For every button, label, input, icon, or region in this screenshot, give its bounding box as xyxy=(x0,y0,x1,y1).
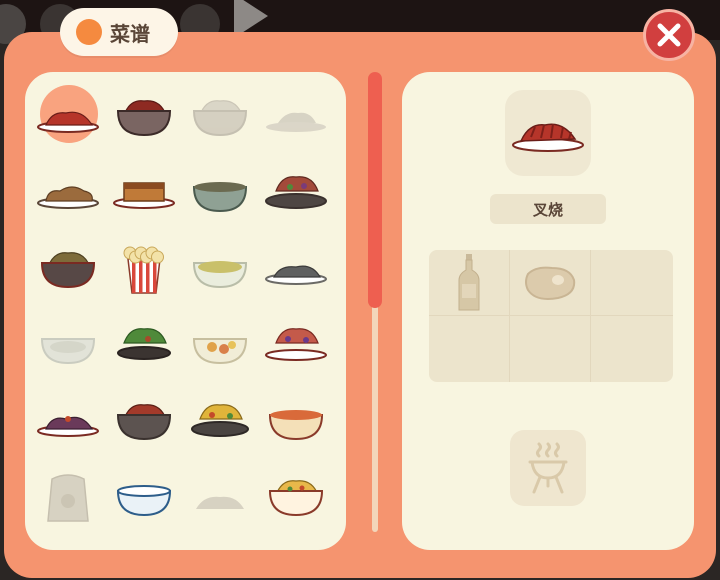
recipe-item[interactable] xyxy=(261,80,331,150)
recipe-item[interactable] xyxy=(185,80,255,150)
grilled-plate-icon xyxy=(37,416,99,437)
recipe-item[interactable] xyxy=(185,156,255,226)
recipe-item[interactable] xyxy=(109,308,179,378)
recipe-item[interactable] xyxy=(33,156,103,226)
recipe-item[interactable] xyxy=(109,156,179,226)
cooking-method-slot xyxy=(510,430,586,506)
recipe-item[interactable] xyxy=(185,384,255,454)
recipe-item[interactable] xyxy=(185,460,255,530)
seafood-plate-icon xyxy=(265,265,327,285)
ingredients-grid xyxy=(429,250,673,382)
ingredient-slot xyxy=(591,250,673,316)
berry-plate-icon xyxy=(265,328,327,361)
recipe-book-window: 叉烧 菜谱 xyxy=(4,8,716,578)
ingredient-slot xyxy=(429,250,510,316)
blue-bowl-icon xyxy=(116,485,172,517)
ingredient-slot xyxy=(510,316,591,382)
curry-plate-icon xyxy=(191,404,249,437)
recipe-item[interactable] xyxy=(33,384,103,454)
recipe-item[interactable] xyxy=(109,384,179,454)
meat-bowl-icon xyxy=(116,100,172,137)
char-siu-plate-icon xyxy=(37,111,99,133)
close-x-icon xyxy=(657,23,681,47)
recipe-item[interactable] xyxy=(185,308,255,378)
recipe-item[interactable] xyxy=(109,460,179,530)
recipe-item[interactable] xyxy=(33,232,103,302)
glass-bowl-icon xyxy=(40,338,96,365)
noodle-bowl-icon xyxy=(40,252,96,289)
selected-dish-thumbnail xyxy=(505,90,591,176)
recipe-item[interactable] xyxy=(33,308,103,378)
veggie-plate-icon xyxy=(117,328,171,360)
flat-plate-icon xyxy=(266,112,326,132)
flour-sack-icon xyxy=(47,474,89,522)
soup-bowl-icon xyxy=(268,410,324,441)
cake-plate-icon xyxy=(113,182,175,209)
title-dot-icon xyxy=(76,19,102,45)
recipe-detail-panel: 叉烧 xyxy=(402,72,694,550)
recipe-item[interactable] xyxy=(261,232,331,302)
recipe-item[interactable] xyxy=(261,460,331,530)
ingredient-slot xyxy=(429,316,510,382)
fruit-glass-bowl-icon xyxy=(192,338,248,365)
recipe-list-panel[interactable] xyxy=(25,72,346,550)
stew-bowl-icon xyxy=(192,182,248,213)
ingredient-slot xyxy=(510,250,591,316)
recipe-item[interactable] xyxy=(185,232,255,302)
recipe-item[interactable] xyxy=(261,156,331,226)
recipe-item[interactable] xyxy=(109,232,179,302)
grill-icon xyxy=(528,442,568,494)
beef-bowl-icon xyxy=(116,404,172,441)
rice-pile-icon xyxy=(196,496,244,509)
recipe-book-title-tab: 菜谱 xyxy=(60,8,178,56)
fried-chicken-plate-icon xyxy=(37,186,99,209)
recipe-item[interactable] xyxy=(109,80,179,150)
close-button[interactable] xyxy=(643,9,695,61)
recipe-item[interactable] xyxy=(261,384,331,454)
page-title: 菜谱 xyxy=(110,21,150,46)
recipe-item[interactable] xyxy=(33,460,103,530)
recipe-item[interactable] xyxy=(261,308,331,378)
recipe-item[interactable] xyxy=(33,80,103,150)
salad-glass-bowl-icon xyxy=(192,261,248,289)
popcorn-bucket-icon xyxy=(123,246,164,294)
steak-icon xyxy=(525,266,576,300)
rice-bowl-icon xyxy=(192,100,248,137)
stir-fry-plate-icon xyxy=(265,176,327,209)
sauce-bottle-icon xyxy=(458,253,480,310)
char-siu-plate-icon xyxy=(512,123,584,152)
fried-rice-bowl-icon xyxy=(268,480,324,517)
ingredient-slot xyxy=(591,316,673,382)
scrollbar-thumb[interactable] xyxy=(368,72,382,308)
dish-name-label: 叉烧 xyxy=(490,194,606,224)
